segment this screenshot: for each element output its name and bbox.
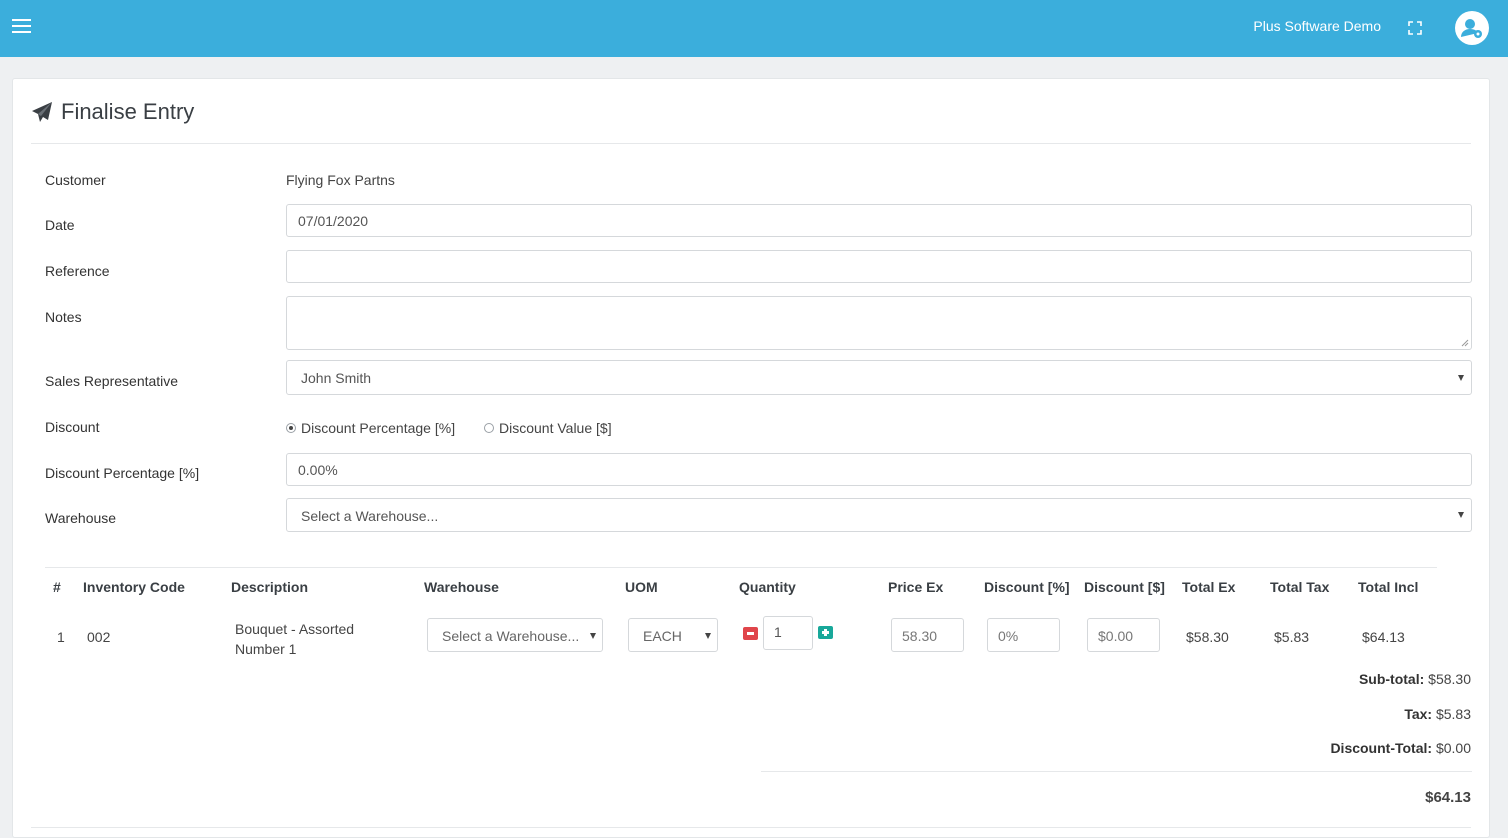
- paper-plane-icon: [32, 102, 52, 122]
- date-value: 07/01/2020: [298, 213, 369, 229]
- reference-field[interactable]: [286, 250, 1472, 283]
- user-settings-icon[interactable]: [1455, 11, 1489, 45]
- chevron-down-icon: [590, 633, 596, 639]
- row-discount-pct-value: 0%: [998, 628, 1019, 644]
- discount-label: Discount: [45, 419, 100, 435]
- discount-percentage-radio[interactable]: Discount Percentage [%]: [286, 420, 455, 436]
- col-header-num: #: [53, 579, 61, 595]
- footer-divider: [31, 827, 1471, 828]
- summary-divider: [761, 771, 1472, 772]
- warehouse-label: Warehouse: [45, 510, 117, 526]
- col-header-code: Inventory Code: [83, 579, 185, 595]
- discount-total-line: Discount-Total: $0.00: [1330, 740, 1471, 756]
- top-bar: Plus Software Demo: [0, 0, 1508, 57]
- chevron-down-icon: [1458, 375, 1464, 381]
- col-header-discount-val: Discount [$]: [1084, 579, 1165, 595]
- radio-selected-icon[interactable]: [286, 423, 296, 433]
- grand-total: $64.13: [1425, 789, 1471, 806]
- subtotal-value: $58.30: [1428, 671, 1471, 687]
- reference-label: Reference: [45, 263, 110, 279]
- row-total-incl: $64.13: [1362, 629, 1405, 645]
- row-uom-value: EACH: [643, 628, 682, 644]
- page-title: Finalise Entry: [31, 99, 194, 125]
- row-description-line1: Bouquet - Assorted: [235, 621, 355, 637]
- col-header-price-ex: Price Ex: [888, 579, 944, 595]
- col-header-warehouse: Warehouse: [424, 579, 499, 595]
- discount-pct-value: 0.00%: [298, 462, 338, 478]
- row-warehouse-select[interactable]: Select a Warehouse...: [427, 618, 603, 652]
- col-header-discount-pct: Discount [%]: [984, 579, 1070, 595]
- hamburger-icon[interactable]: [12, 19, 31, 34]
- brand-name[interactable]: Plus Software Demo: [1253, 18, 1381, 34]
- chevron-down-icon: [1458, 512, 1464, 518]
- notes-textarea[interactable]: [286, 296, 1472, 350]
- row-description: Bouquet - Assorted Number 1: [235, 619, 354, 659]
- tax-label: Tax:: [1404, 706, 1433, 722]
- subtotal-line: Sub-total: $58.30: [1359, 671, 1471, 687]
- radio-unselected-icon[interactable]: [484, 423, 494, 433]
- col-header-quantity: Quantity: [739, 579, 796, 595]
- customer-label: Customer: [45, 172, 106, 188]
- date-field[interactable]: 07/01/2020: [286, 204, 1472, 237]
- row-warehouse-value: Select a Warehouse...: [442, 628, 580, 644]
- row-code: 002: [87, 629, 111, 645]
- discount-pct-label: Discount Percentage [%]: [45, 465, 200, 481]
- discount-percentage-option: Discount Percentage [%]: [301, 420, 456, 436]
- customer-value: Flying Fox Partns: [286, 172, 395, 188]
- discount-total-label: Discount-Total:: [1330, 740, 1433, 756]
- finalise-entry-panel: Finalise Entry Customer Flying Fox Partn…: [12, 78, 1490, 838]
- discount-value-radio[interactable]: Discount Value [$]: [484, 420, 612, 436]
- sales-rep-value: John Smith: [301, 370, 372, 386]
- fullscreen-icon[interactable]: [1408, 21, 1422, 35]
- decrease-quantity-button[interactable]: [743, 627, 758, 640]
- row-quantity-value: 1: [774, 624, 782, 640]
- col-header-total-incl: Total Incl: [1358, 579, 1419, 595]
- warehouse-select[interactable]: Select a Warehouse...: [286, 498, 1472, 532]
- chevron-down-icon: [705, 633, 711, 639]
- discount-total-value: $0.00: [1435, 740, 1471, 756]
- resize-handle-icon[interactable]: [1461, 339, 1469, 347]
- warehouse-placeholder: Select a Warehouse...: [301, 508, 439, 524]
- increase-quantity-button[interactable]: [818, 626, 833, 639]
- row-discount-val-value: $0.00: [1098, 628, 1134, 644]
- row-price-ex-input[interactable]: 58.30: [891, 618, 964, 652]
- date-label: Date: [45, 217, 75, 233]
- row-description-line2: Number 1: [235, 641, 297, 657]
- table-header-divider: [45, 567, 1437, 568]
- col-header-uom: UOM: [625, 579, 658, 595]
- user-avatar-glyph: [1461, 19, 1482, 38]
- page-title-text: Finalise Entry: [61, 99, 195, 124]
- row-total-tax: $5.83: [1274, 629, 1310, 645]
- col-header-total-ex: Total Ex: [1182, 579, 1236, 595]
- row-discount-val-input[interactable]: $0.00: [1087, 618, 1160, 652]
- tax-line: Tax: $5.83: [1404, 706, 1471, 722]
- subtotal-label: Sub-total:: [1358, 671, 1425, 687]
- row-uom-select[interactable]: EACH: [628, 618, 718, 652]
- col-header-description: Description: [231, 579, 309, 595]
- row-total-ex: $58.30: [1186, 629, 1229, 645]
- row-discount-pct-input[interactable]: 0%: [987, 618, 1060, 652]
- tax-value: $5.83: [1435, 706, 1471, 722]
- sales-rep-label: Sales Representative: [45, 373, 179, 389]
- col-header-total-tax: Total Tax: [1270, 579, 1330, 595]
- notes-label: Notes: [45, 309, 82, 325]
- row-num: 1: [57, 629, 65, 645]
- title-divider: [31, 143, 1471, 144]
- discount-value-option: Discount Value [$]: [499, 420, 612, 436]
- row-quantity-input[interactable]: 1: [763, 616, 813, 650]
- discount-pct-field[interactable]: 0.00%: [286, 453, 1472, 486]
- row-price-ex-value: 58.30: [902, 628, 938, 644]
- sales-rep-select[interactable]: John Smith: [286, 360, 1472, 395]
